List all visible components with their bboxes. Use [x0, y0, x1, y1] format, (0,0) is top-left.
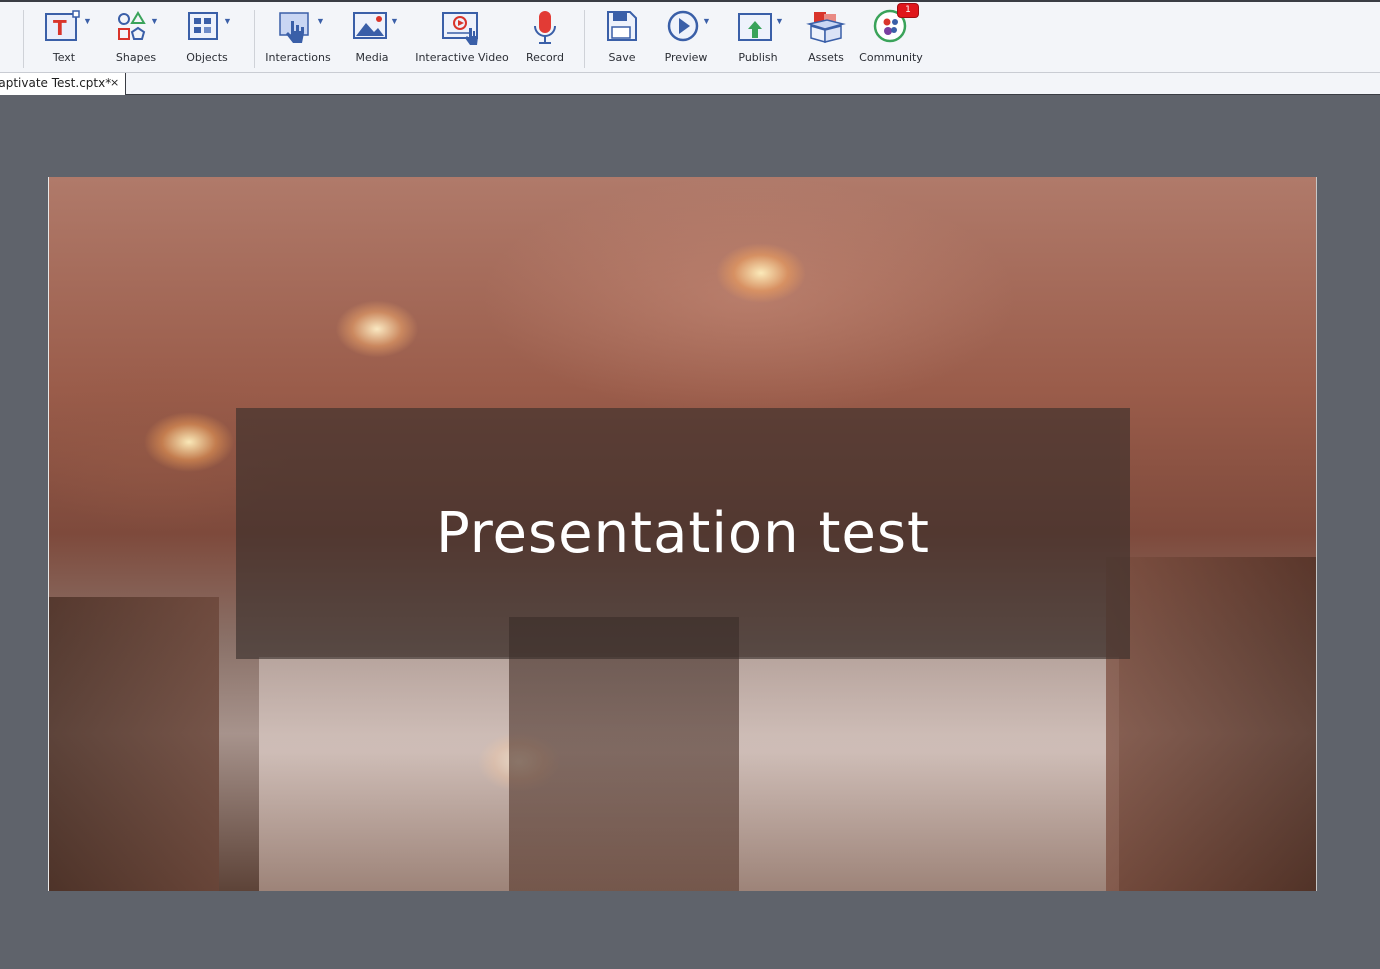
notification-badge[interactable]: 1	[898, 4, 918, 17]
objects-icon	[187, 8, 227, 48]
media-button[interactable]: ▼ Media	[352, 2, 399, 72]
community-label: Community	[859, 51, 923, 64]
main-toolbar: T ▼ Text ▼ Shapes ▼ Objects ▼ Interactio…	[0, 0, 1380, 73]
chevron-down-icon[interactable]: ▼	[223, 16, 232, 26]
chevron-down-icon[interactable]: ▼	[316, 16, 325, 26]
chevron-down-icon[interactable]: ▼	[775, 16, 784, 26]
floppy-disk-icon	[602, 8, 642, 48]
interactive-video-icon	[442, 8, 482, 48]
play-circle-icon	[666, 8, 706, 48]
document-tab-bar: Captivate Test.cptx* ×	[0, 73, 1380, 95]
background-blur	[49, 597, 219, 891]
background-blur	[1106, 557, 1316, 891]
close-icon[interactable]: ×	[110, 73, 119, 93]
svg-text:T: T	[53, 16, 67, 40]
hand-pointer-icon	[278, 8, 318, 48]
chevron-down-icon[interactable]: ▼	[150, 16, 159, 26]
record-button[interactable]: Record	[525, 2, 565, 72]
title-caption-box[interactable]: Presentation test	[236, 408, 1130, 659]
interactive-video-button[interactable]: Interactive Video	[415, 2, 509, 72]
shapes-icon	[116, 8, 156, 48]
document-tab[interactable]: Captivate Test.cptx* ×	[0, 73, 126, 95]
image-icon	[352, 8, 392, 48]
document-tab-label: Captivate Test.cptx*	[0, 76, 112, 90]
microphone-icon	[525, 8, 565, 48]
chevron-down-icon[interactable]: ▼	[83, 16, 92, 26]
objects-button[interactable]: ▼ Objects	[186, 2, 232, 72]
text-icon: T	[44, 8, 84, 48]
chevron-down-icon[interactable]: ▼	[702, 16, 711, 26]
slide-title[interactable]: Presentation test	[236, 408, 1130, 659]
chevron-down-icon[interactable]: ▼	[390, 16, 399, 26]
slide-canvas[interactable]: Presentation test	[48, 177, 1317, 891]
publish-icon	[738, 8, 778, 48]
assets-box-icon	[806, 8, 846, 48]
